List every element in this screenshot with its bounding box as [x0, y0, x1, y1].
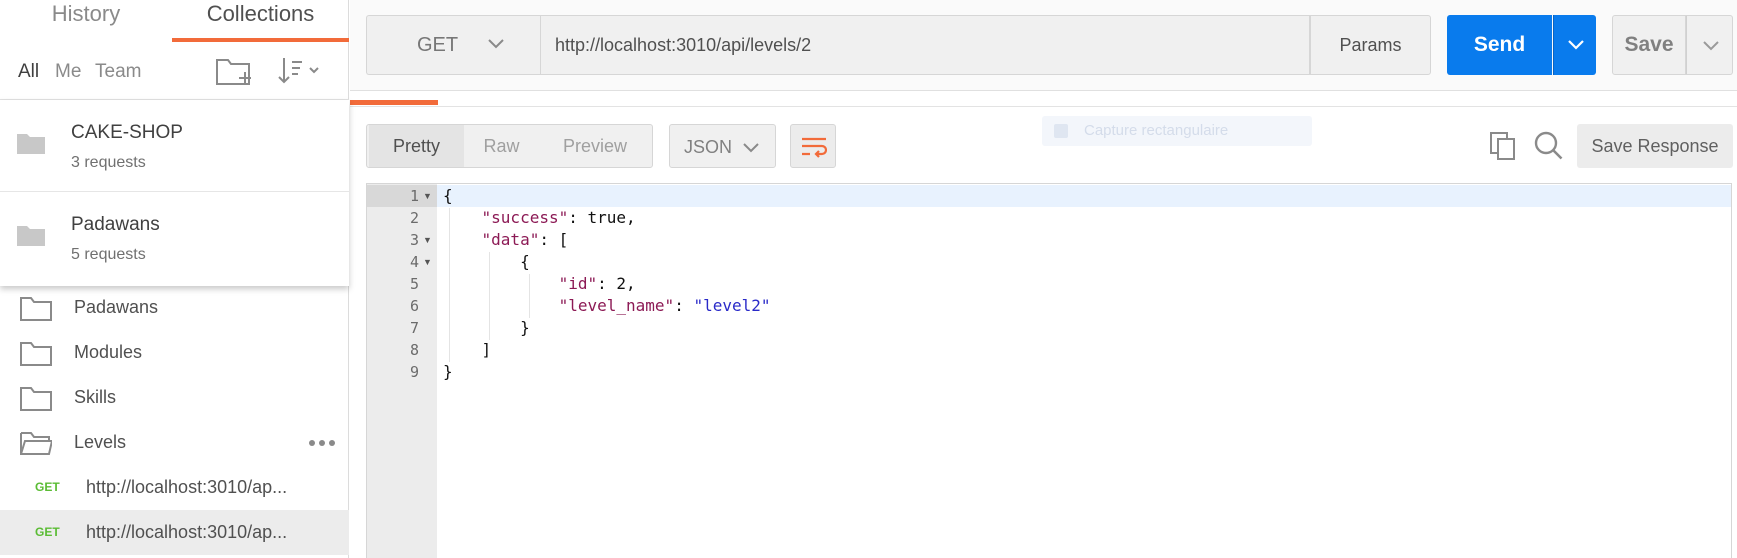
code-line: {: [443, 186, 453, 205]
search-icon[interactable]: [1534, 131, 1564, 161]
more-options-icon[interactable]: [308, 438, 336, 448]
line-number: 4: [409, 253, 419, 271]
chevron-down-icon: [1703, 41, 1719, 51]
collection-filters: All Me Team: [0, 42, 349, 100]
request-bar: GET http://localhost:3010/api/levels/2 P…: [350, 0, 1737, 91]
collection-name: CAKE-SHOP: [71, 122, 183, 143]
folder-icon: [17, 134, 45, 154]
save-response-button[interactable]: Save Response: [1577, 124, 1733, 168]
response-body-editor[interactable]: 1 2 3 4 5 6 7 8 9 ▼ ▼ ▼ { "success": tru…: [366, 183, 1732, 558]
filter-team[interactable]: Team: [95, 61, 141, 83]
folder-icon: [20, 342, 52, 366]
collection-count: 5 requests: [71, 246, 146, 263]
format-select[interactable]: JSON: [669, 124, 776, 168]
screen-capture-tooltip: Capture rectangulaire: [1042, 116, 1312, 146]
method-badge: GET: [35, 480, 60, 494]
format-value: JSON: [684, 137, 733, 157]
tooltip-text: Capture rectangulaire: [1084, 122, 1229, 139]
sidebar-folder-modules[interactable]: Modules: [0, 330, 349, 375]
line-number: 2: [409, 209, 419, 227]
new-collection-icon[interactable]: [215, 54, 255, 88]
chevron-down-icon: [1568, 40, 1584, 50]
sidebar-folder-levels[interactable]: Levels: [0, 420, 349, 465]
folder-icon: [20, 387, 52, 411]
tab-history[interactable]: History: [0, 0, 172, 42]
folder-label: Padawans: [74, 297, 159, 317]
save-button[interactable]: Save: [1612, 15, 1686, 75]
sidebar-request-item-selected[interactable]: GET http://localhost:3010/ap...: [0, 510, 349, 555]
folder-icon: [20, 297, 52, 321]
method-badge: GET: [35, 525, 60, 539]
line-number: 1: [409, 187, 419, 205]
params-button[interactable]: Params: [1310, 15, 1431, 75]
line-number: 7: [409, 319, 419, 337]
line-number: 6: [409, 297, 419, 315]
method-value: GET: [417, 34, 459, 56]
response-tab-indicator: [350, 100, 438, 105]
save-dropdown-button[interactable]: [1686, 15, 1733, 75]
chevron-down-icon: [488, 39, 504, 49]
divider: [350, 106, 1737, 107]
folder-open-icon: [20, 432, 52, 455]
folder-icon: [17, 226, 45, 246]
request-url: http://localhost:3010/ap...: [86, 477, 288, 497]
sidebar-folder-padawans[interactable]: Padawans: [0, 285, 349, 330]
wrap-lines-icon: [802, 137, 827, 158]
code-line: }: [443, 362, 453, 381]
code-line: }: [443, 318, 530, 337]
sidebar-folder-skills[interactable]: Skills: [0, 375, 349, 420]
wrap-lines-button[interactable]: [790, 124, 836, 168]
fold-arrow-icon[interactable]: ▼: [423, 191, 432, 201]
method-select[interactable]: GET: [366, 15, 540, 75]
code-line: "data": [: [481, 230, 569, 249]
chevron-down-icon: [743, 143, 759, 153]
send-dropdown-button[interactable]: [1553, 15, 1596, 75]
collections-dropdown: CAKE-SHOP 3 requests Padawans 5 requests: [0, 100, 349, 286]
view-raw-button[interactable]: Raw: [464, 125, 539, 167]
filter-all[interactable]: All: [18, 61, 39, 83]
line-number: 8: [409, 341, 419, 359]
code-line: {: [443, 252, 530, 271]
sort-icon[interactable]: [276, 54, 324, 88]
copy-icon[interactable]: [1489, 131, 1517, 161]
code-line: "level_name": "level2": [558, 296, 771, 315]
dropdown-item-padawans[interactable]: Padawans 5 requests: [0, 192, 349, 284]
fold-arrow-icon[interactable]: ▼: [423, 257, 432, 267]
line-number: 9: [409, 363, 419, 381]
sidebar-request-item[interactable]: GET http://localhost:3010/ap...: [0, 465, 349, 510]
url-input[interactable]: http://localhost:3010/api/levels/2: [540, 15, 1310, 75]
request-url: http://localhost:3010/ap...: [86, 522, 288, 542]
sidebar: History Collections All Me Team CAKE-SHO…: [0, 0, 349, 558]
sidebar-tabs: History Collections: [0, 0, 349, 42]
code-line: ]: [443, 340, 492, 359]
tab-collections[interactable]: Collections: [172, 0, 349, 42]
filter-me[interactable]: Me: [55, 61, 81, 83]
folder-label: Modules: [74, 342, 143, 362]
app-root: History Collections All Me Team CAKE-SHO…: [0, 0, 1737, 558]
view-pretty-button[interactable]: Pretty: [369, 125, 464, 167]
capture-icon: [1054, 124, 1068, 138]
code-line: "id": 2,: [558, 274, 636, 293]
code-line: "success": true,: [481, 208, 636, 227]
line-number: 5: [409, 275, 419, 293]
collection-count: 3 requests: [71, 154, 146, 171]
line-number: 3: [409, 231, 419, 249]
folder-label: Levels: [74, 432, 127, 452]
active-line-highlight: [437, 185, 1731, 207]
response-view-toggle: Pretty Raw Preview: [366, 124, 653, 168]
collection-name: Padawans: [71, 214, 160, 235]
view-preview-button[interactable]: Preview: [539, 125, 651, 167]
send-button[interactable]: Send: [1447, 15, 1552, 75]
folder-label: Skills: [74, 387, 117, 407]
dropdown-item-cake-shop[interactable]: CAKE-SHOP 3 requests: [0, 100, 349, 192]
fold-arrow-icon[interactable]: ▼: [423, 235, 432, 245]
